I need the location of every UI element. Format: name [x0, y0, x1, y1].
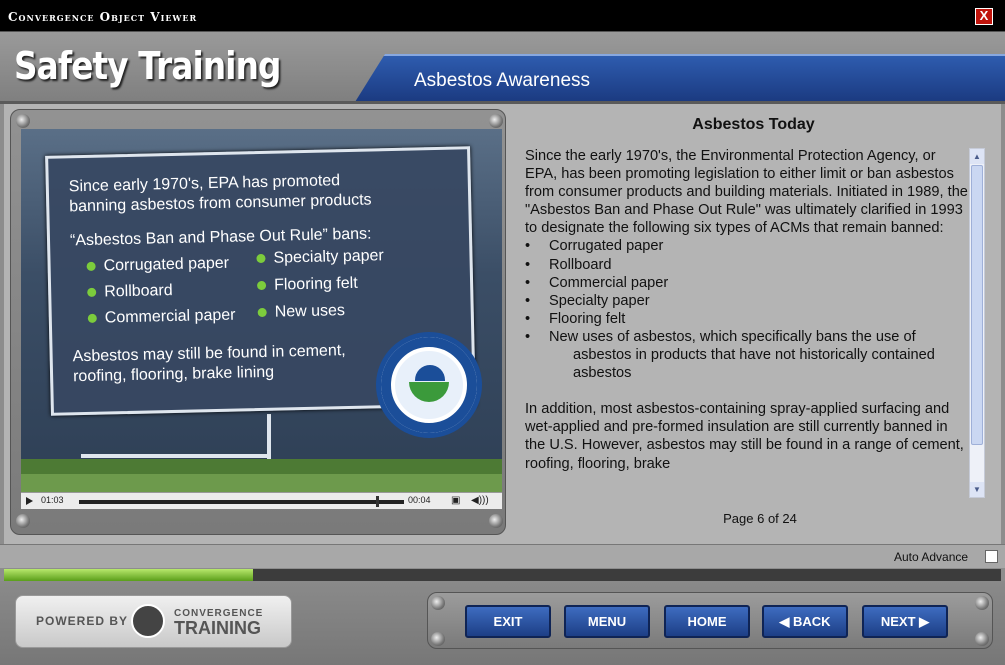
topic-title: Asbestos Awareness [413, 70, 591, 91]
list-item: Specialty paper [525, 292, 968, 310]
course-progress-fill [4, 569, 254, 581]
bullet-dot-icon [256, 254, 266, 264]
title-bar: Convergence Object Viewer X [0, 0, 1005, 32]
next-button[interactable]: NEXT ▶ [862, 605, 948, 638]
screw-icon [16, 114, 30, 128]
sign-post-bar [81, 454, 271, 458]
exit-button[interactable]: EXIT [465, 605, 551, 638]
list-item: Flooring felt [525, 310, 968, 328]
current-time: 01:03 [41, 495, 64, 505]
auto-advance-checkbox[interactable] [985, 550, 998, 563]
window-title: Convergence Object Viewer [8, 10, 198, 24]
total-time: 00:04 [408, 495, 431, 505]
screw-icon [489, 114, 503, 128]
slide-bullet: New uses [257, 302, 346, 322]
video-slide[interactable]: Since early 1970's, EPA has promoted ban… [21, 129, 502, 492]
epa-seal-icon [376, 332, 482, 438]
banned-list: Corrugated paper Rollboard Commercial pa… [525, 237, 968, 382]
scroll-thumb[interactable] [971, 165, 983, 445]
second-paragraph: In addition, most asbestos-containing sp… [525, 401, 964, 472]
page-indicator: Page 6 of 24 [723, 511, 797, 526]
screw-icon [16, 514, 30, 528]
bullet-dot-icon [257, 281, 267, 291]
bullet-dot-icon [87, 313, 97, 324]
seek-thumb[interactable] [376, 496, 380, 507]
close-button[interactable]: X [975, 8, 993, 25]
slide-ground-light [21, 474, 502, 492]
sign-post [267, 414, 271, 459]
intro-paragraph: Since the early 1970's, the Environmenta… [525, 148, 968, 237]
powered-by-label: POWERED BY [36, 614, 129, 628]
screw-icon [431, 596, 445, 610]
powered-by-badge: POWERED BY CONVERGENCE TRAINING [15, 595, 292, 648]
slide-footer-1: Asbestos may still be found in cement, [72, 342, 346, 366]
slide-footer-2: roofing, flooring, brake lining [72, 363, 275, 386]
scrollbar[interactable]: ▲ ▼ [969, 148, 985, 498]
convergence-logo-icon [131, 604, 165, 638]
scroll-down-icon[interactable]: ▼ [970, 482, 984, 497]
volume-icon[interactable]: ◀))) [471, 495, 489, 506]
content-heading: Asbestos Today [692, 116, 815, 133]
screw-icon [489, 514, 503, 528]
seek-bar[interactable] [79, 500, 404, 504]
slide-bullet: Rollboard [87, 282, 173, 302]
auto-advance-bar [0, 544, 1005, 568]
menu-button[interactable]: MENU [564, 605, 650, 638]
app-window: Convergence Object Viewer X Safety Train… [0, 0, 1005, 665]
slide-ban-title: “Asbestos Ban and Phase Out Rule” bans: [69, 225, 372, 250]
company-name-2: TRAINING [174, 618, 261, 638]
list-item: New uses of asbestos, which specifically… [525, 328, 968, 382]
list-item: Corrugated paper [525, 237, 968, 255]
slide-bullet: Specialty paper [256, 247, 384, 268]
scroll-up-icon[interactable]: ▲ [970, 149, 984, 164]
video-controls: 01:03 00:04 ▣ ◀))) [21, 492, 502, 509]
fullscreen-icon[interactable]: ▣ [451, 495, 460, 506]
slide-bullet: Corrugated paper [86, 255, 229, 276]
content-text: Since the early 1970's, the Environmenta… [520, 147, 968, 497]
slide-bullet: Commercial paper [87, 307, 236, 328]
bullet-dot-icon [87, 287, 97, 298]
course-progress-bar [4, 569, 1001, 581]
screw-icon [975, 632, 989, 646]
play-icon[interactable] [26, 497, 33, 505]
auto-advance-label: Auto Advance [894, 550, 969, 564]
list-item: Commercial paper [525, 274, 968, 292]
list-item: Rollboard [525, 256, 968, 274]
back-button[interactable]: ◀ BACK [762, 605, 848, 638]
brand-title: Safety Training [14, 44, 281, 88]
screw-icon [975, 596, 989, 610]
bullet-dot-icon [257, 308, 267, 318]
bullet-dot-icon [86, 262, 96, 272]
screw-icon [431, 632, 445, 646]
slide-bullet: Flooring felt [257, 275, 358, 295]
home-button[interactable]: HOME [664, 605, 750, 638]
